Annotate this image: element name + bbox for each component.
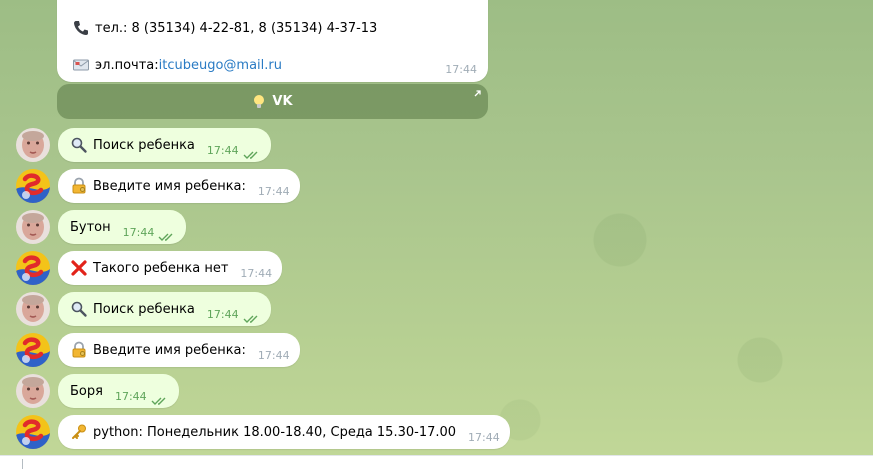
bot-avatar[interactable]	[16, 169, 50, 203]
open-link-arrow-icon	[473, 87, 482, 97]
message-input-bar[interactable]	[0, 455, 873, 473]
message-row: Поиск ребенка 17:44	[16, 128, 271, 162]
key-icon	[70, 423, 88, 441]
incoming-message-bubble[interactable]: Такого ребенка нет 17:44	[58, 251, 283, 285]
double-check-read-icon	[243, 309, 261, 323]
message-time: 17:44	[206, 307, 239, 321]
magnifier-icon	[70, 136, 88, 154]
outgoing-message-bubble[interactable]: Поиск ребенка 17:44	[58, 128, 271, 162]
bot-avatar[interactable]	[16, 415, 50, 449]
message-time: 17:44	[257, 348, 290, 362]
lock-key-icon	[70, 341, 88, 359]
text-cursor	[22, 459, 33, 469]
message-text: Введите имя ребенка:	[93, 178, 246, 194]
message-time: 17:44	[445, 63, 477, 76]
incoming-message-bubble[interactable]: Введите имя ребенка: 17:44	[58, 333, 300, 367]
outgoing-message-bubble[interactable]: Боря 17:44	[58, 374, 179, 408]
message-time: 17:44	[114, 389, 147, 403]
user-avatar[interactable]	[16, 292, 50, 326]
outgoing-message-bubble[interactable]: Поиск ребенка 17:44	[58, 292, 271, 326]
message-row: python: Понедельник 18.00-18.40, Среда 1…	[16, 415, 510, 449]
user-avatar[interactable]	[16, 374, 50, 408]
bot-contact-message: тел.: 8 (35134) 4-22-81, 8 (35134) 4-37-…	[57, 0, 488, 82]
incoming-message-bubble[interactable]: Введите имя ребенка: 17:44	[58, 169, 300, 203]
bot-avatar[interactable]	[16, 333, 50, 367]
email-link[interactable]: itcubeugo@mail.ru	[159, 58, 282, 73]
vk-button-label: VK	[272, 94, 293, 109]
user-avatar[interactable]	[16, 128, 50, 162]
message-time: 17:44	[122, 225, 155, 239]
message-time: 17:44	[206, 143, 239, 157]
email-prefix: эл.почта:	[95, 57, 159, 73]
message-time: 17:44	[468, 430, 500, 444]
message-row: Бутон 17:44	[16, 210, 187, 244]
phone-text: тел.: 8 (35134) 4-22-81, 8 (35134) 4-37-…	[95, 20, 378, 36]
message-time: 17:44	[240, 266, 273, 280]
user-avatar[interactable]	[16, 210, 50, 244]
red-cross-icon	[70, 259, 88, 277]
envelope-icon	[72, 56, 90, 74]
message-text: python: Понедельник 18.00-18.40, Среда 1…	[93, 424, 457, 440]
message-text: Боря	[70, 383, 103, 399]
email-line: эл.почта: itcubeugo@mail.ru	[72, 56, 282, 74]
incoming-message-bubble[interactable]: python: Понедельник 18.00-18.40, Среда 1…	[58, 415, 510, 449]
bot-avatar[interactable]	[16, 251, 50, 285]
message-row: Такого ребенка нет 17:44	[16, 251, 283, 285]
message-text: Поиск ребенка	[93, 301, 195, 317]
message-row: Введите имя ребенка: 17:44	[16, 333, 300, 367]
message-text: Бутон	[70, 219, 111, 235]
message-text: Введите имя ребенка:	[93, 342, 246, 358]
message-text: Такого ребенка нет	[93, 260, 229, 276]
outgoing-message-bubble[interactable]: Бутон 17:44	[58, 210, 187, 244]
message-time: 17:44	[257, 184, 290, 198]
message-text: Поиск ребенка	[93, 137, 195, 153]
phone-line: тел.: 8 (35134) 4-22-81, 8 (35134) 4-37-…	[72, 19, 377, 37]
double-check-read-icon	[158, 227, 176, 241]
telephone-receiver-icon	[72, 19, 90, 37]
message-row: Боря 17:44	[16, 374, 179, 408]
lock-key-icon	[70, 177, 88, 195]
double-check-read-icon	[151, 391, 169, 405]
light-bulb-icon	[252, 94, 266, 110]
double-check-read-icon	[243, 145, 261, 159]
message-row: Поиск ребенка 17:44	[16, 292, 271, 326]
message-row: Введите имя ребенка: 17:44	[16, 169, 300, 203]
vk-inline-button[interactable]: VK	[57, 84, 488, 119]
magnifier-icon	[70, 300, 88, 318]
